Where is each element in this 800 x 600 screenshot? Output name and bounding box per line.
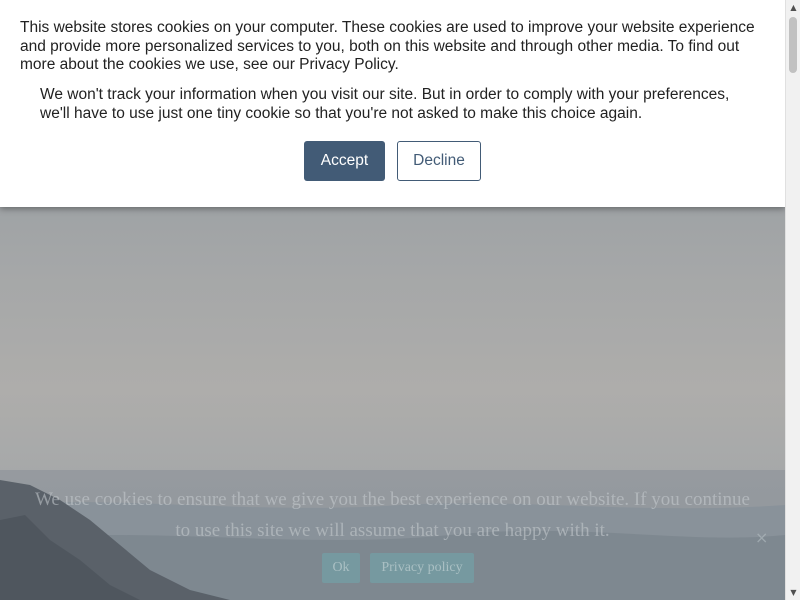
consent-buttons: Accept Decline: [304, 141, 481, 181]
scroll-up-arrow-icon[interactable]: ▲: [786, 0, 800, 15]
site-cookie-ok-button[interactable]: Ok: [322, 553, 360, 583]
decline-button[interactable]: Decline: [397, 141, 481, 181]
cookie-consent-banner: This website stores cookies on your comp…: [0, 0, 785, 207]
accept-button[interactable]: Accept: [304, 141, 385, 181]
scrollbar-thumb[interactable]: [789, 17, 797, 73]
vertical-scrollbar[interactable]: ▲ ▼: [785, 0, 800, 600]
site-cookie-buttons: Ok Privacy policy: [322, 553, 474, 583]
site-cookie-privacy-button[interactable]: Privacy policy: [370, 553, 474, 583]
consent-main-text: This website stores cookies on your comp…: [20, 19, 755, 73]
close-icon[interactable]: ×: [755, 528, 768, 547]
site-cookie-notice: We use cookies to ensure that we give yo…: [0, 470, 785, 600]
consent-secondary-text: We won't track your information when you…: [40, 86, 730, 122]
scroll-down-arrow-icon[interactable]: ▼: [786, 585, 800, 600]
site-cookie-text: We use cookies to ensure that we give yo…: [35, 489, 750, 541]
